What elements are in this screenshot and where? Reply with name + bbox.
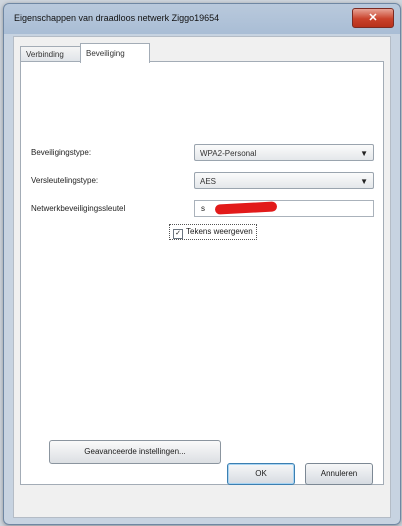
network-key-label: Netwerkbeveiligingssleutel: [31, 204, 126, 213]
encryption-type-value: AES: [200, 177, 217, 186]
security-type-value: WPA2-Personal: [200, 149, 257, 158]
show-characters-checkbox[interactable]: ✓ Tekens weergeven: [169, 224, 257, 240]
window-title: Eigenschappen van draadloos netwerk Zigg…: [14, 13, 220, 23]
properties-dialog: Eigenschappen van draadloos netwerk Zigg…: [3, 3, 401, 525]
network-key-field[interactable]: s: [194, 200, 374, 217]
security-panel: Beveiligingstype: WPA2-Personal ▼ Versle…: [20, 61, 384, 485]
dialog-body: Verbinding Beveiliging Beveiligingstype:…: [13, 36, 391, 518]
security-type-label: Beveiligingstype:: [31, 148, 92, 157]
cancel-button[interactable]: Annuleren: [305, 463, 373, 485]
encryption-type-select[interactable]: AES ▼: [194, 172, 374, 189]
checkmark-icon: ✓: [173, 229, 183, 239]
title-bar[interactable]: Eigenschappen van draadloos netwerk Zigg…: [4, 4, 400, 32]
redaction-mark: [214, 201, 278, 215]
dropdown-arrow-icon: ▼: [360, 149, 368, 158]
ok-button[interactable]: OK: [227, 463, 295, 485]
tab-beveiliging[interactable]: Beveiliging: [80, 43, 150, 63]
close-button[interactable]: ✕: [352, 8, 394, 28]
security-type-select[interactable]: WPA2-Personal ▼: [194, 144, 374, 161]
dropdown-arrow-icon: ▼: [360, 177, 368, 186]
show-characters-label: Tekens weergeven: [186, 227, 253, 236]
tab-verbinding[interactable]: Verbinding: [20, 46, 82, 62]
encryption-type-label: Versleutelingstype:: [31, 176, 99, 185]
network-key-value: s: [201, 204, 205, 213]
advanced-settings-button[interactable]: Geavanceerde instellingen...: [49, 440, 221, 464]
